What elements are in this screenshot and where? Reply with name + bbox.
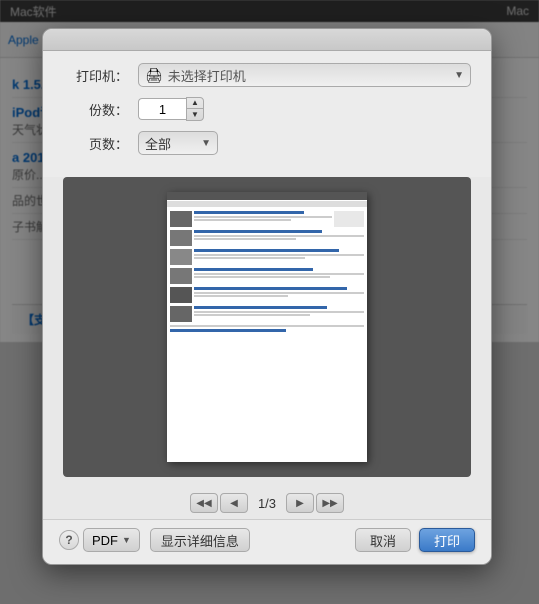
copies-decrement[interactable]: ▼ [187, 109, 203, 120]
pages-label: 页数： [63, 134, 128, 153]
copies-row: 份数： ▲ ▼ [63, 97, 471, 121]
printer-select-text: 未选择打印机 [168, 66, 454, 85]
nav-last-button[interactable]: ▶▶ [316, 493, 344, 513]
printer-label: 打印机： [63, 66, 128, 85]
print-dialog: 打印机： 🖨 未选择打印机 ▼ 份数： ▲ ▼ 页数： 全部 ▼ [42, 28, 492, 565]
pages-dropdown-arrow: ▼ [201, 138, 211, 149]
nav-prev-button[interactable]: ◀ [220, 493, 248, 513]
print-button[interactable]: 打印 [419, 528, 475, 552]
cancel-button[interactable]: 取消 [355, 528, 411, 552]
printer-row: 打印机： 🖨 未选择打印机 ▼ [63, 63, 471, 87]
dialog-footer: ? PDF ▼ 显示详细信息 取消 打印 [43, 519, 491, 564]
copies-stepper: ▲ ▼ [186, 97, 204, 121]
nav-next-button[interactable]: ▶ [286, 493, 314, 513]
nav-first-button[interactable]: ◀◀ [190, 493, 218, 513]
pdf-button[interactable]: PDF ▼ [83, 528, 140, 552]
preview-area [63, 177, 471, 477]
dialog-title-bar [43, 29, 491, 51]
pages-select-text: 全部 [145, 134, 201, 153]
dialog-body: 打印机： 🖨 未选择打印机 ▼ 份数： ▲ ▼ 页数： 全部 ▼ [43, 51, 491, 177]
copies-increment[interactable]: ▲ [187, 98, 203, 109]
pages-select[interactable]: 全部 ▼ [138, 131, 218, 155]
footer-right: 取消 打印 [355, 528, 475, 552]
help-icon: ? [65, 533, 72, 547]
pdf-label: PDF [92, 533, 118, 548]
printer-icon: 🖨 [145, 67, 163, 84]
copies-input[interactable] [138, 98, 186, 120]
printer-dropdown-arrow: ▼ [454, 70, 464, 81]
pages-row: 页数： 全部 ▼ [63, 131, 471, 155]
copies-label: 份数： [63, 100, 128, 119]
page-preview [167, 192, 367, 462]
help-button[interactable]: ? [59, 530, 79, 550]
pdf-dropdown-arrow: ▼ [122, 535, 131, 545]
printer-select[interactable]: 🖨 未选择打印机 ▼ [138, 63, 471, 87]
footer-left: ? PDF ▼ 显示详细信息 [59, 528, 250, 552]
page-indicator: 1/3 [258, 496, 276, 511]
details-button[interactable]: 显示详细信息 [150, 528, 250, 552]
nav-controls: ◀◀ ◀ 1/3 ▶ ▶▶ [43, 487, 491, 519]
